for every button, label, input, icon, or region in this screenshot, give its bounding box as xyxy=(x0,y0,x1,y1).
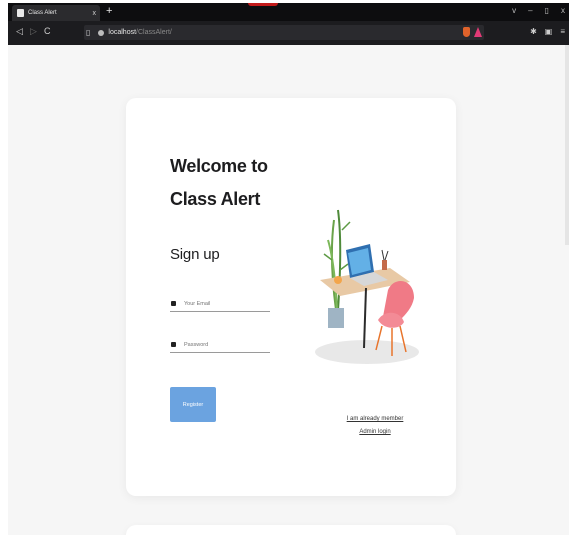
brave-rewards-icon[interactable] xyxy=(474,27,482,37)
scrollbar[interactable] xyxy=(565,45,569,245)
close-window-icon[interactable]: x xyxy=(561,6,565,15)
minimize-icon[interactable]: – xyxy=(528,6,532,15)
menu-icon[interactable]: ≡ xyxy=(560,27,565,36)
url-text: localhost/ClassAlert/ xyxy=(108,29,172,36)
back-icon[interactable]: ◁ xyxy=(16,26,23,37)
tab-title: Class Alert xyxy=(28,10,57,16)
title-line-1: Welcome to xyxy=(170,156,268,176)
page-viewport: Welcome to Class Alert Sign up Register … xyxy=(8,45,569,535)
window-controls: v – ▯ x xyxy=(512,6,565,15)
address-bar[interactable]: ▯ localhost/ClassAlert/ xyxy=(84,25,484,40)
browser-toolbar: ◁ ▷ C ▯ localhost/ClassAlert/ ✱ ▣ ≡ xyxy=(8,21,569,45)
desk-illustration xyxy=(315,209,419,364)
site-info-icon[interactable] xyxy=(98,29,105,36)
recording-indicator xyxy=(248,3,278,6)
tab-close-icon[interactable]: x xyxy=(93,10,97,17)
reload-icon[interactable]: C xyxy=(44,26,51,36)
new-tab-button[interactable]: + xyxy=(106,5,112,17)
page-title: Welcome to Class Alert xyxy=(170,154,268,212)
email-field xyxy=(170,296,270,312)
tab-search-icon[interactable]: v xyxy=(512,6,516,15)
admin-login-link[interactable]: Admin login xyxy=(326,429,424,435)
tab-class-alert[interactable]: Class Alert x xyxy=(12,5,100,21)
favicon-icon xyxy=(17,9,24,17)
password-field xyxy=(170,337,270,353)
tab-bar: Class Alert x + v – ▯ x xyxy=(8,3,569,21)
lock-icon xyxy=(171,342,176,347)
signup-heading: Sign up xyxy=(170,246,220,263)
browser-window: Class Alert x + v – ▯ x ◁ ▷ C ▯ localhos… xyxy=(8,3,569,535)
register-button[interactable]: Register xyxy=(170,387,216,422)
maximize-icon[interactable]: ▯ xyxy=(545,6,549,15)
wallet-icon[interactable]: ▣ xyxy=(545,27,553,36)
toolbar-extras: ✱ ▣ ≡ xyxy=(530,27,565,36)
already-member-link[interactable]: I am already member xyxy=(326,416,424,422)
bookmark-icon[interactable]: ▯ xyxy=(86,28,90,37)
email-input[interactable] xyxy=(184,300,264,307)
auth-links: I am already member Admin login xyxy=(326,416,424,442)
forward-icon[interactable]: ▷ xyxy=(30,26,37,37)
extensions-icon[interactable]: ✱ xyxy=(530,27,537,36)
signup-card: Welcome to Class Alert Sign up Register … xyxy=(126,98,456,496)
brave-shield-icon[interactable] xyxy=(463,27,470,37)
email-icon xyxy=(171,301,176,306)
secondary-card xyxy=(126,525,456,535)
password-input[interactable] xyxy=(184,341,264,348)
title-line-2: Class Alert xyxy=(170,189,261,209)
